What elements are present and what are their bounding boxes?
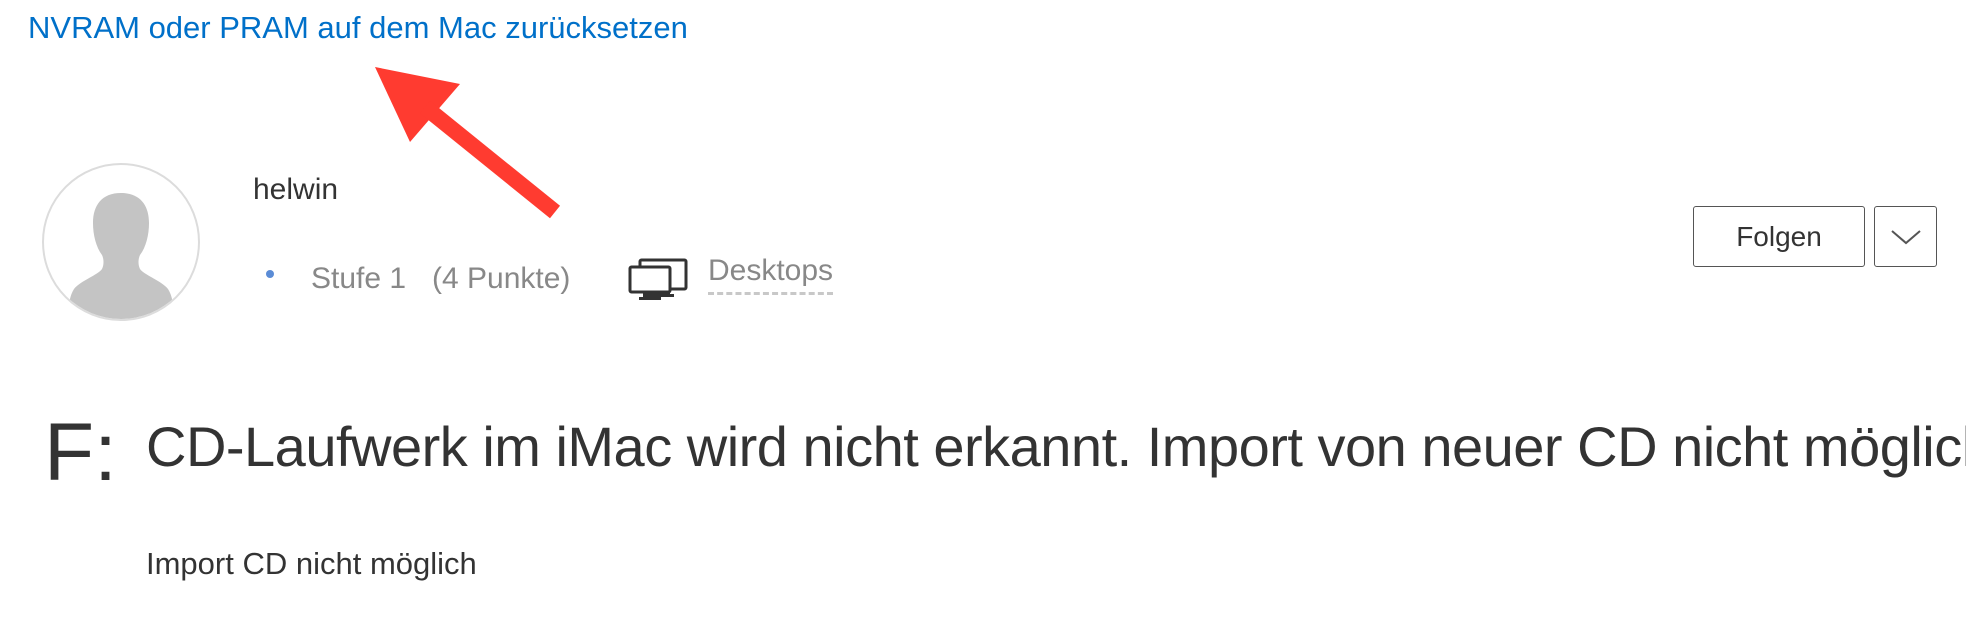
author-name[interactable]: helwin [253, 173, 338, 207]
follow-button[interactable]: Folgen [1693, 206, 1865, 267]
red-arrow-icon [375, 67, 561, 219]
desktops-icon [628, 258, 688, 300]
chevron-down-icon [1890, 229, 1921, 244]
question-marker: F: [44, 407, 117, 498]
level-bullet [266, 270, 274, 278]
community-link[interactable]: Desktops [708, 254, 834, 295]
question-body: Import CD nicht möglich [146, 546, 477, 581]
author-level: Stufe 1 [311, 262, 407, 295]
reset-nvram-link[interactable]: NVRAM oder PRAM auf dem Mac zurücksetzen [28, 10, 688, 46]
user-avatar[interactable] [42, 163, 200, 321]
question-title: CD-Laufwerk im iMac wird nicht erkannt. … [146, 415, 1966, 478]
author-points: (4 Punkte) [432, 262, 571, 295]
default-user-avatar-icon [68, 193, 174, 319]
follow-options-dropdown[interactable] [1874, 206, 1937, 267]
